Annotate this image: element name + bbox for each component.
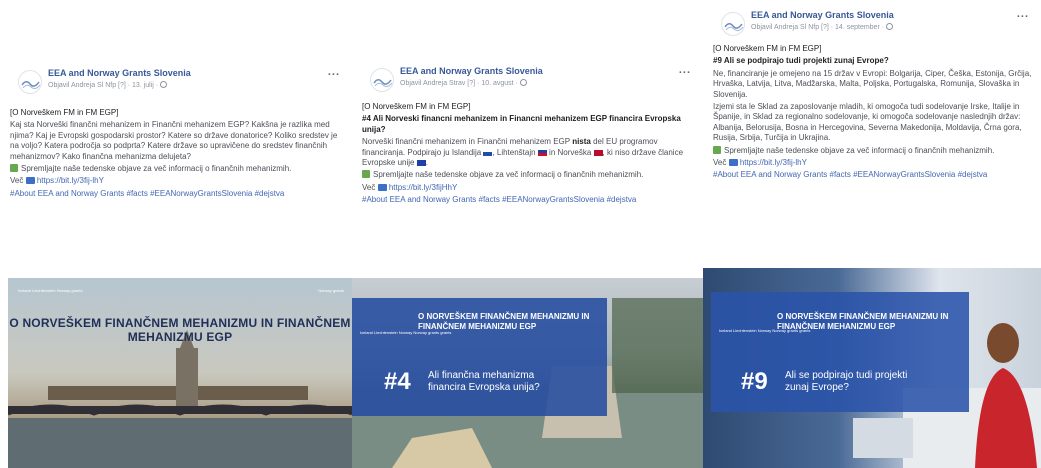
text-bold: nista (572, 137, 591, 147)
post-body: [O Norveškem FM in FM EGP] Kaj sta Norve… (10, 108, 346, 201)
calendar-emoji-icon (10, 164, 18, 173)
grants-logo-left: Iceland Liechtenstein Norway grants (18, 288, 83, 293)
post-body: [O Norveškem FM in FM EGP] #9 Ali se pod… (713, 44, 1035, 183)
banner-question: Ali se podpirajo tudi projekti zunaj Evr… (785, 370, 908, 393)
post-header: EEA and Norway Grants Slovenia Objavil A… (713, 8, 1033, 42)
more-label: Več (362, 182, 376, 192)
banner-title: O NORVEŠKEM FINANČNEM MEHANIZMU IN FINAN… (418, 312, 590, 331)
post-image[interactable]: Iceland Liechtenstein Norway Norway gran… (352, 278, 703, 468)
hashtags[interactable]: #About EEA and Norway Grants #facts #EEA… (713, 170, 1035, 180)
calendar-emoji-icon (362, 170, 370, 179)
arrow-emoji-icon (728, 159, 738, 167)
norway-flag-icon (593, 149, 603, 156)
arrow-emoji-icon (377, 183, 387, 191)
post-image[interactable]: Iceland Liechtenstein Norway Norway gran… (703, 268, 1041, 468)
page-name-link[interactable]: EEA and Norway Grants Slovenia (48, 68, 191, 78)
more-line: Več https://bit.ly/3fij-lhY (10, 176, 346, 186)
image-title: O NORVEŠKEM FINANČNEM MEHANIZMU IN FINAN… (9, 316, 351, 344)
post-cta: Spremljajte naše tedenske objave za več … (362, 170, 697, 180)
liechtenstein-flag-icon (537, 149, 547, 156)
more-label: Več (713, 158, 727, 168)
post-cta: Spremljajte naše tedenske objave za več … (713, 145, 1035, 156)
image-banner: Iceland Liechtenstein Norway Norway gran… (711, 292, 969, 412)
banner-question: Ali finančna mehanizma financira Evropsk… (428, 370, 540, 393)
globe-icon (160, 81, 168, 88)
post-meta-text: Objavil Andreja Sl Nfp [?] · 13. julij · (48, 82, 159, 89)
arrow-emoji-icon (25, 177, 35, 185)
more-options-button[interactable]: ... (679, 64, 691, 76)
eu-flag-icon (416, 160, 426, 167)
more-line: Več https://bit.ly/3fijHhY (362, 183, 697, 193)
more-label: Več (10, 176, 24, 186)
more-options-button[interactable]: ... (328, 66, 340, 78)
more-options-button[interactable]: ... (1017, 8, 1029, 20)
post-text: Norveški finančni mehanizem in Finančni … (362, 137, 684, 168)
post-category: [O Norveškem FM in FM EGP] (362, 102, 471, 111)
page-name-link[interactable]: EEA and Norway Grants Slovenia (751, 10, 894, 20)
post-meta-text: Objavil Andreja Strav [?] · 10. avgust · (400, 80, 518, 87)
image-banner: Iceland Liechtenstein Norway Norway gran… (352, 298, 607, 416)
post-header: EEA and Norway Grants Slovenia Objavil A… (10, 66, 344, 100)
avatar[interactable] (370, 68, 394, 92)
post-body: [O Norveškem FM in FM EGP] #4 Ali Norves… (362, 102, 697, 208)
post-meta: Objavil Andreja Sl Nfp [?] · 13. julij · (48, 81, 168, 89)
globe-icon (519, 79, 527, 86)
post-card-2: EEA and Norway Grants Slovenia Objavil A… (352, 0, 703, 468)
avatar[interactable] (721, 12, 745, 36)
hashtags[interactable]: #About EEA and Norway Grants #facts #EEA… (362, 195, 697, 205)
post-meta: Objavil Andreja Sl Nfp [?] · 14. septemb… (751, 23, 894, 31)
post-category: [O Norveškem FM in FM EGP] (713, 44, 822, 53)
post-image[interactable]: Iceland Liechtenstein Norway grants Norw… (8, 278, 352, 468)
post-cta: Spremljajte naše tedenske objave za več … (10, 164, 346, 174)
banner-number: #9 (741, 368, 768, 395)
post-meta-text: Objavil Andreja Sl Nfp [?] · 14. septemb… (751, 24, 885, 31)
cta-text: Spremljajte naše tedenske objave za več … (724, 145, 995, 155)
banner-number: #4 (384, 368, 411, 395)
post-header: EEA and Norway Grants Slovenia Objavil A… (362, 64, 695, 98)
text-part: Norveški finančni mehanizem in Finančni … (362, 137, 570, 147)
post-link[interactable]: https://bit.ly/3fij-lhY (740, 158, 807, 167)
text-part: Lihtenštajn (496, 147, 536, 157)
grants-logo-right: Norway grants (318, 288, 344, 293)
more-line: Več https://bit.ly/3fij-lhY (713, 158, 1035, 168)
post-meta: Objavil Andreja Strav [?] · 10. avgust · (400, 79, 527, 87)
banner-title: O NORVEŠKEM FINANČNEM MEHANIZMU IN FINAN… (777, 312, 949, 331)
avatar[interactable] (18, 70, 42, 94)
cta-text: Spremljajte naše tedenske objave za več … (373, 170, 644, 180)
bridge-illustration (8, 330, 352, 468)
iceland-flag-icon (483, 149, 493, 156)
post-card-1: EEA and Norway Grants Slovenia Objavil A… (0, 0, 352, 468)
cta-text: Spremljajte naše tedenske objave za več … (21, 164, 292, 174)
post-text: Izjemi sta le Sklad za zaposlovanje mlad… (713, 102, 1022, 143)
post-category: [O Norveškem FM in FM EGP] (10, 108, 119, 117)
post-card-3: EEA and Norway Grants Slovenia Objavil A… (703, 0, 1041, 468)
calendar-emoji-icon (713, 145, 721, 154)
post-link[interactable]: https://bit.ly/3fij-lhY (37, 176, 104, 185)
post-text: Kaj sta Norveški finančni mehanizem in F… (10, 120, 338, 161)
text-part: in Norveška (549, 147, 592, 157)
post-question: #4 Ali Norveski financni mehanizem in Fi… (362, 114, 681, 134)
page-name-link[interactable]: EEA and Norway Grants Slovenia (400, 66, 543, 76)
post-text: Ne, financiranje je omejeno na 15 držav … (713, 68, 1032, 99)
globe-icon (886, 23, 894, 30)
hashtags[interactable]: #About EEA and Norway Grants #facts #EEA… (10, 189, 346, 199)
post-link[interactable]: https://bit.ly/3fijHhY (389, 183, 457, 192)
post-question: #9 Ali se podpirajo tudi projekti zunaj … (713, 56, 889, 66)
